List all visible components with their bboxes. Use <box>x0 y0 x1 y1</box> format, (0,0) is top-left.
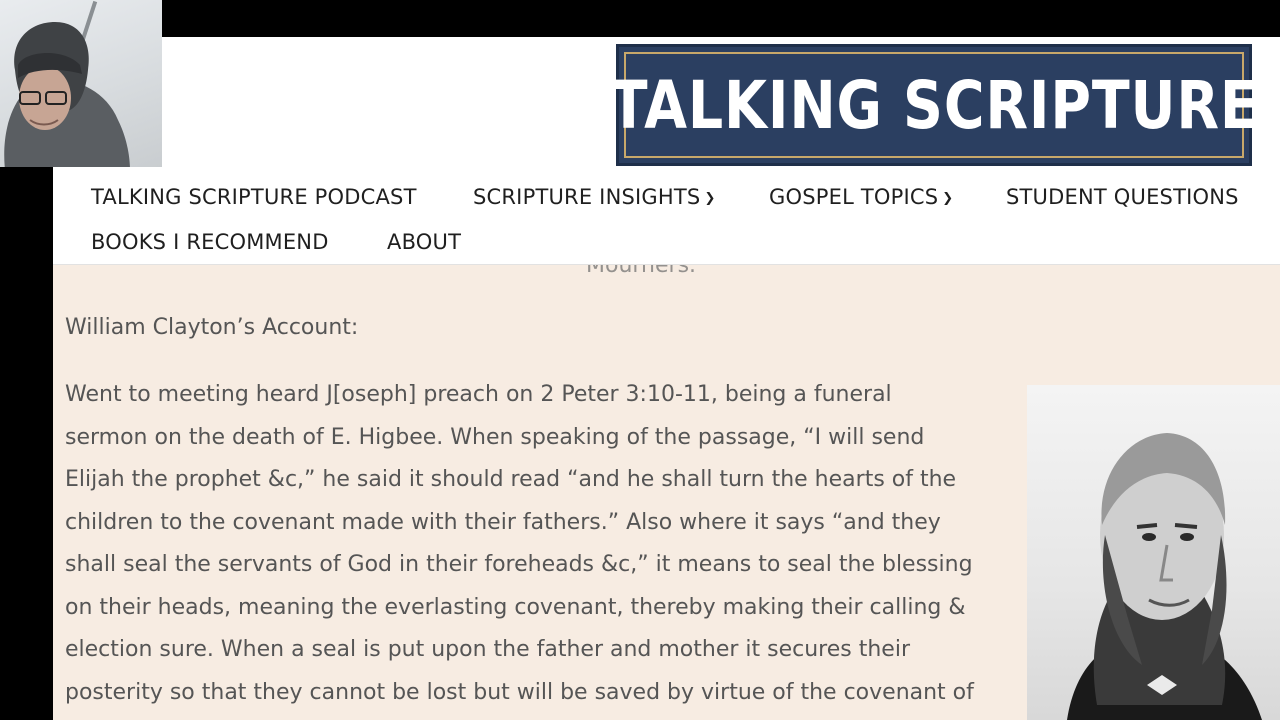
presenter-video <box>4 22 130 167</box>
quote-line: shall seal the servants of God in their … <box>65 552 973 577</box>
quote-line: sermon on the death of E. Higbee. When s… <box>65 424 925 450</box>
top-black-bar <box>162 0 1280 37</box>
nav-item-about[interactable]: ABOUT <box>387 230 461 254</box>
quote-line: on their heads, meaning the everlasting … <box>65 594 966 620</box>
nav-item-label: BOOKS I RECOMMEND <box>91 230 329 254</box>
quote-line: posterity so that they cannot be lost bu… <box>65 679 974 705</box>
nav-item-label: GOSPEL TOPICS <box>769 185 939 209</box>
account-heading: William Clayton’s Account: <box>65 315 359 340</box>
caption-text: Mourners. <box>586 265 697 278</box>
quote-block: Went to meeting heard J[oseph] preach on… <box>65 374 1005 714</box>
chevron-down-icon: ❯ <box>704 191 716 206</box>
webcam-overlay <box>0 0 162 167</box>
nav-item-podcast[interactable]: TALKING SCRIPTURE PODCAST <box>91 185 417 209</box>
article-content: Mourners. William Clayton’s Account: Wen… <box>53 265 1280 720</box>
nav-item-label: TALKING SCRIPTURE PODCAST <box>91 185 417 209</box>
nav-item-student-questions[interactable]: STUDENT QUESTIONS <box>1006 185 1239 209</box>
site-logo[interactable]: TALKING SCRIPTURE <box>610 44 1258 166</box>
nav-item-label: STUDENT QUESTIONS <box>1006 185 1239 209</box>
portrait-figure <box>1067 433 1262 720</box>
nav-item-books[interactable]: BOOKS I RECOMMEND <box>91 230 329 254</box>
nav-item-scripture-insights[interactable]: SCRIPTURE INSIGHTS ❯ <box>473 185 716 209</box>
nav-item-label: ABOUT <box>387 230 462 254</box>
portrait-image <box>1027 385 1280 720</box>
chevron-down-icon: ❯ <box>942 191 954 206</box>
left-black-bar <box>0 167 53 720</box>
quote-line: Elijah the prophet &c,” he said it shoul… <box>65 467 957 492</box>
quote-line: children to the covenant made with their… <box>65 509 941 535</box>
quote-line: Went to meeting heard J[oseph] preach on… <box>65 382 892 407</box>
quote-line: election sure. When a seal is put upon t… <box>65 637 910 662</box>
main-navigation: TALKING SCRIPTURE PODCAST SCRIPTURE INSI… <box>53 175 1280 265</box>
nav-item-label: SCRIPTURE INSIGHTS <box>473 185 701 209</box>
logo-text: TALKING SCRIPTURE <box>609 66 1259 144</box>
nav-item-gospel-topics[interactable]: GOSPEL TOPICS ❯ <box>769 185 953 209</box>
